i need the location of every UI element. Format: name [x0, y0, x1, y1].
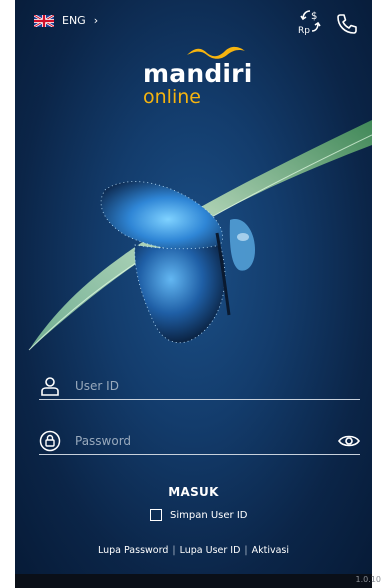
user-id-field[interactable] — [39, 372, 360, 400]
svg-text:$: $ — [311, 11, 317, 22]
butterfly-illustration — [28, 120, 372, 351]
forgot-password-link[interactable]: Lupa Password — [98, 545, 168, 556]
language-label: ENG — [62, 14, 86, 27]
user-icon — [41, 376, 59, 396]
bottom-bar — [15, 574, 372, 588]
phone-icon[interactable] — [335, 10, 359, 38]
remember-label: Simpan User ID — [170, 509, 248, 521]
link-separator: | — [172, 545, 176, 556]
remember-checkbox[interactable] — [150, 509, 162, 521]
password-input[interactable] — [75, 433, 330, 448]
mandiri-logo: mandiri online — [143, 46, 253, 107]
show-password-eye-icon[interactable] — [338, 434, 360, 448]
remember-user-id-toggle[interactable]: Simpan User ID — [150, 509, 247, 521]
forgot-user-id-link[interactable]: Lupa User ID — [180, 545, 241, 556]
login-button[interactable]: MASUK — [0, 485, 387, 499]
currency-exchange-icon[interactable]: $ Rp — [298, 8, 322, 36]
login-screen: ENG › $ Rp mandiri online — [15, 0, 372, 588]
language-chevron: › — [93, 14, 99, 27]
language-selector[interactable]: ENG › — [34, 14, 98, 27]
link-separator: | — [244, 545, 248, 556]
uk-flag-icon — [34, 14, 54, 27]
mandiri-wave-icon — [187, 46, 245, 59]
app-version: 1.0.10 — [355, 575, 381, 584]
help-links: Lupa Password | Lupa User ID | Aktivasi — [0, 545, 387, 556]
password-field[interactable] — [39, 427, 360, 455]
brand-name: mandiri — [143, 59, 253, 88]
activation-link[interactable]: Aktivasi — [252, 545, 289, 556]
user-id-input[interactable] — [75, 378, 360, 393]
lock-icon — [39, 430, 61, 451]
svg-text:Rp: Rp — [298, 26, 310, 36]
